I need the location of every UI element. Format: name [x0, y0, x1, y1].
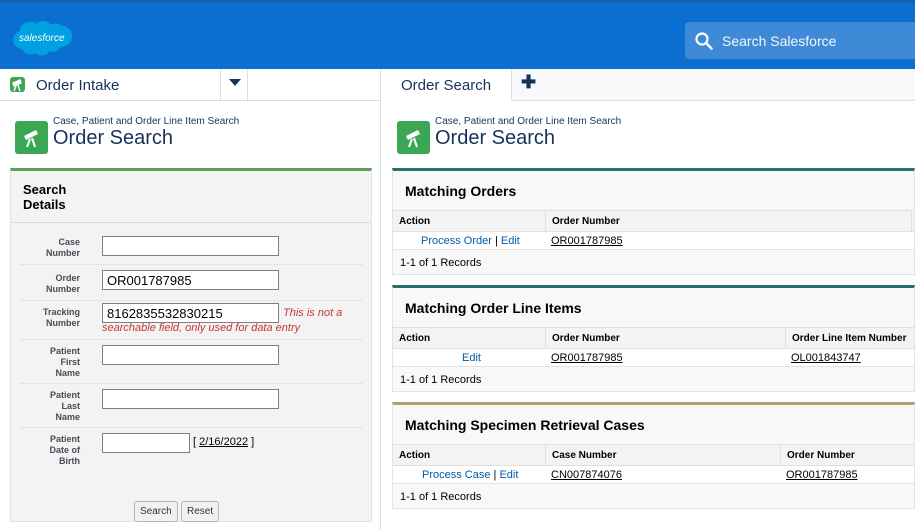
app-menu-button[interactable] [220, 69, 248, 100]
order-number-cell: OR001787985 [551, 352, 623, 364]
column-header: Order Number [552, 216, 620, 227]
telescope-icon [24, 130, 38, 148]
field-row-patient-last-name: Patient Last Name [19, 384, 363, 428]
column-header: Order Number [787, 450, 855, 461]
telescope-icon [10, 77, 25, 92]
workspace-tab-bar: Order Search ✚ [381, 69, 915, 101]
case-number-cell: CN007874076 [551, 469, 622, 481]
order-number-link[interactable]: OR001787985 [786, 469, 858, 481]
field-row-case-number: Case Number [19, 229, 363, 265]
tab-label: Order Search [401, 77, 492, 94]
matching-line-items-section: Matching Order Line Items Action Order N… [392, 285, 915, 392]
column-header: Action [399, 216, 431, 227]
table-row: Process Order | Edit OR001787985 [393, 232, 914, 250]
salesforce-logo[interactable]: salesforce [10, 20, 74, 64]
case-number-link[interactable]: CN007874076 [551, 469, 622, 481]
field-row-patient-first-name: Patient First Name [19, 340, 363, 384]
edit-link[interactable]: Edit [462, 352, 481, 364]
table-row: Edit OR001787985 OL001843747 [393, 349, 914, 367]
order-number-cell: OR001787985 [551, 235, 623, 247]
line-item-number-link[interactable]: OL001843747 [791, 352, 861, 364]
process-order-link[interactable]: Process Order [421, 235, 492, 247]
date-link-wrapper: [ 2/16/2022 ] [193, 436, 255, 448]
app-name: Order Intake [36, 77, 120, 94]
records-count: 1-1 of 1 Records [400, 491, 482, 503]
page-subtitle: Case, Patient and Order Line Item Search [435, 116, 622, 127]
telescope-icon [406, 130, 420, 148]
utility-tab-bar: Order Intake [0, 69, 380, 101]
field-row-order-number: Order Number [19, 265, 363, 301]
patient-last-name-input[interactable] [102, 389, 279, 409]
column-header: Action [399, 333, 431, 344]
panel-title: Search Details [23, 182, 67, 212]
chevron-down-icon [229, 79, 241, 86]
tab-order-search[interactable]: Order Search [381, 69, 512, 101]
table-row: Process Case | Edit CN007874076 OR001787… [393, 466, 914, 484]
field-label: Case Number [45, 237, 80, 258]
case-number-input[interactable] [102, 236, 279, 256]
global-search[interactable]: Search Salesforce [685, 22, 915, 59]
today-date-link[interactable]: 2/16/2022 [199, 436, 248, 448]
column-header: Case Number [552, 450, 617, 461]
order-number-input[interactable] [102, 270, 279, 290]
logo-text: salesforce [19, 33, 65, 44]
records-count: 1-1 of 1 Records [400, 257, 482, 269]
search-icon [695, 32, 713, 50]
panel-header: Search Details [11, 171, 371, 223]
page-title: Order Search [53, 127, 174, 149]
page-title: Order Search [435, 127, 556, 149]
field-label: Patient First Name [49, 346, 80, 378]
tracking-number-note: This is not a searchable field, only use… [102, 307, 343, 334]
global-header: salesforce Search Salesforce [0, 0, 915, 69]
column-header: Order Number [552, 333, 620, 344]
column-header: Action [399, 450, 431, 461]
edit-link[interactable]: Edit [499, 469, 518, 481]
table-header: Action Case Number Order Number [393, 444, 914, 467]
section-title: Matching Order Line Items [405, 300, 582, 316]
order-number-link[interactable]: OR001787985 [551, 352, 623, 364]
patient-dob-input[interactable] [102, 433, 190, 453]
section-title: Matching Orders [405, 183, 517, 199]
table-header: Action Order Number [393, 210, 914, 233]
matching-orders-section: Matching Orders Action Order Number Proc… [392, 168, 915, 275]
field-label: Patient Date of Birth [49, 434, 80, 466]
field-row-patient-dob: Patient Date of Birth [ 2/16/2022 ] [19, 428, 363, 472]
field-label: Order Number [45, 273, 80, 294]
page-icon [15, 121, 48, 154]
field-label: Patient Last Name [49, 390, 80, 422]
add-tab-button[interactable]: ✚ [521, 72, 536, 93]
order-number-cell: OR001787985 [786, 469, 858, 481]
order-number-link[interactable]: OR001787985 [551, 235, 623, 247]
patient-first-name-input[interactable] [102, 345, 279, 365]
edit-link[interactable]: Edit [501, 235, 520, 247]
action-cell: Edit [462, 352, 481, 364]
records-count: 1-1 of 1 Records [400, 374, 482, 386]
line-item-number-cell: OL001843747 [791, 352, 861, 364]
search-details-panel: Search Details Case Number Order Number … [10, 168, 372, 522]
page-subtitle: Case, Patient and Order Line Item Search [53, 116, 240, 127]
split-divider[interactable] [380, 69, 381, 530]
matching-cases-section: Matching Specimen Retrieval Cases Action… [392, 402, 915, 509]
field-row-tracking-number: Tracking Number This is not a searchable… [19, 301, 363, 340]
column-header: Order Line Item Number [792, 333, 907, 344]
table-header: Action Order Number Order Line Item Numb… [393, 327, 914, 350]
reset-button[interactable]: Reset [181, 501, 220, 522]
page-icon [397, 121, 430, 154]
action-cell: Process Order | Edit [421, 235, 520, 247]
action-cell: Process Case | Edit [422, 469, 519, 481]
section-title: Matching Specimen Retrieval Cases [405, 417, 645, 433]
search-button[interactable]: Search [134, 501, 178, 522]
field-label: Tracking Number [42, 307, 80, 328]
process-case-link[interactable]: Process Case [422, 469, 490, 481]
search-placeholder: Search Salesforce [722, 33, 837, 49]
